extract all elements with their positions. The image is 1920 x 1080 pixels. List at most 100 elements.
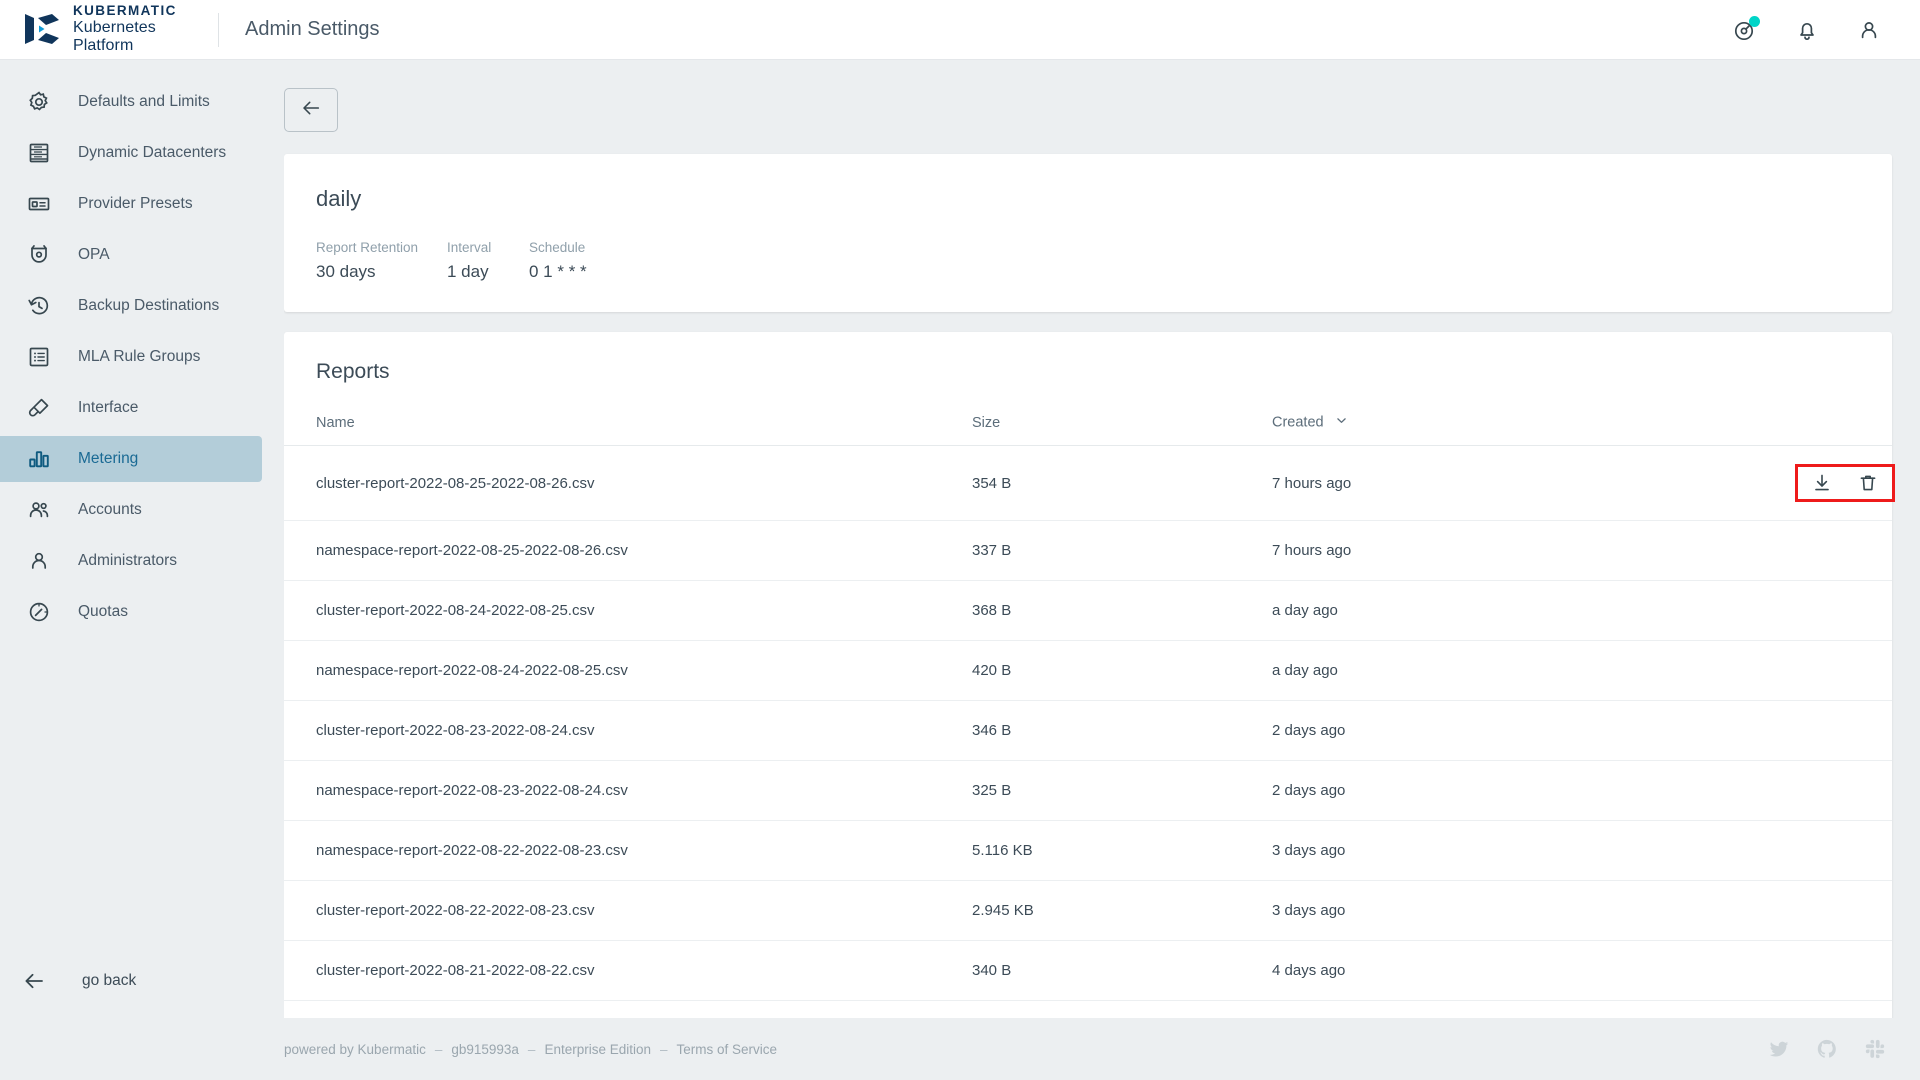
topbar-divider	[218, 12, 219, 47]
column-header-name[interactable]: Name	[284, 406, 972, 446]
sidebar-item-metering[interactable]: Metering	[0, 436, 262, 482]
footer-dash: –	[434, 1041, 443, 1057]
cell-size: 337 B	[972, 520, 1272, 581]
cell-size: 346 B	[972, 700, 1272, 761]
help-icon[interactable]	[1732, 15, 1760, 43]
cell-size: 368 B	[972, 580, 1272, 641]
column-header-created-label: Created	[1272, 414, 1324, 431]
table-row[interactable]: namespace-report-2022-08-23-2022-08-24.c…	[284, 760, 1892, 821]
sidebar-item-mla-rule-groups[interactable]: MLA Rule Groups	[0, 334, 262, 380]
column-header-size[interactable]: Size	[972, 406, 1272, 446]
sidebar-item-backup-destinations[interactable]: Backup Destinations	[0, 283, 262, 329]
sidebar-item-label: Backup Destinations	[78, 297, 220, 314]
sidebar-item-label: OPA	[78, 246, 110, 263]
table-row[interactable]: cluster-report-2022-08-25-2022-08-26.csv…	[284, 445, 1895, 521]
sidebar-nav: Defaults and Limits Dynamic Datacenters	[0, 74, 284, 944]
table-row[interactable]: cluster-report-2022-08-23-2022-08-24.csv…	[284, 700, 1892, 761]
twitter-icon[interactable]	[1768, 1038, 1790, 1060]
cell-name: cluster-report-2022-08-24-2022-08-25.csv	[284, 580, 972, 641]
sidebar-item-label: Defaults and Limits	[78, 93, 210, 110]
sidebar-go-back-button[interactable]: go back	[0, 944, 284, 1018]
row-actions-highlighted	[1795, 464, 1895, 502]
sidebar-item-label: Dynamic Datacenters	[78, 144, 227, 161]
cell-name: cluster-report-2022-08-23-2022-08-24.csv	[284, 700, 972, 761]
sidebar-item-label: MLA Rule Groups	[78, 348, 201, 365]
download-icon[interactable]	[1811, 472, 1833, 494]
sidebar-item-label: Quotas	[78, 603, 128, 620]
table-row[interactable]: cluster-report-2022-08-22-2022-08-23.csv…	[284, 880, 1892, 941]
trash-icon[interactable]	[1857, 472, 1879, 494]
sidebar-item-dynamic-datacenters[interactable]: Dynamic Datacenters	[0, 130, 262, 176]
content: daily Report Retention 30 days Interval …	[284, 60, 1920, 1018]
sidebar-item-provider-presets[interactable]: Provider Presets	[0, 181, 262, 227]
sidebar-item-opa[interactable]: OPA	[0, 232, 262, 278]
cell-size: 5.116 KB	[972, 820, 1272, 881]
slack-icon[interactable]	[1864, 1038, 1886, 1060]
footer-version[interactable]: gb915993a	[451, 1042, 519, 1057]
meta-schedule: Schedule 0 1 * * *	[529, 240, 587, 282]
gear-icon	[26, 89, 52, 115]
cell-size: 2.945 KB	[972, 880, 1272, 941]
sidebar-item-accounts[interactable]: Accounts	[0, 487, 262, 533]
page-title: Admin Settings	[245, 18, 380, 40]
user-icon[interactable]	[1856, 17, 1882, 43]
meta-report-retention: Report Retention 30 days	[316, 240, 447, 282]
footer-edition: Enterprise Edition	[544, 1041, 651, 1057]
body: Defaults and Limits Dynamic Datacenters	[0, 60, 1920, 1018]
sidebar-item-defaults-and-limits[interactable]: Defaults and Limits	[0, 79, 262, 125]
cell-actions	[1592, 520, 1892, 581]
github-icon[interactable]	[1816, 1038, 1838, 1060]
reports-title: Reports	[316, 360, 390, 383]
report-configuration-card: daily Report Retention 30 days Interval …	[284, 154, 1892, 312]
brand-name-bottom: Kubernetes Platform	[73, 18, 156, 55]
sidebar-item-quotas[interactable]: Quotas	[0, 589, 262, 635]
cell-created: a day ago	[1272, 640, 1592, 701]
column-header-created[interactable]: Created	[1272, 406, 1592, 446]
arrow-left-icon	[22, 969, 46, 993]
table-row[interactable]: cluster-report-2022-08-24-2022-08-25.csv…	[284, 580, 1892, 641]
cell-created: 3 days ago	[1272, 820, 1592, 881]
table-row[interactable]: namespace-report-2022-08-21-2022-08-22.c…	[284, 1000, 1892, 1018]
table-row[interactable]: namespace-report-2022-08-25-2022-08-26.c…	[284, 520, 1892, 581]
cell-size: 420 B	[972, 640, 1272, 701]
meta-value: 1 day	[447, 262, 489, 281]
table-row[interactable]: namespace-report-2022-08-24-2022-08-25.c…	[284, 640, 1892, 701]
bell-icon[interactable]	[1794, 17, 1820, 43]
sidebar-item-label: Interface	[78, 399, 139, 416]
cell-actions	[1592, 640, 1892, 701]
sidebar-item-label: Accounts	[78, 501, 142, 518]
cell-name: cluster-report-2022-08-22-2022-08-23.csv	[284, 880, 972, 941]
reports-table-body: cluster-report-2022-08-25-2022-08-26.csv…	[284, 445, 1895, 1018]
reports-table: Name Size Created cluster-report-2022-08…	[284, 406, 1895, 1018]
cell-name: namespace-report-2022-08-23-2022-08-24.c…	[284, 760, 972, 821]
back-button[interactable]	[284, 88, 338, 132]
brush-icon	[26, 395, 52, 421]
cell-actions	[1592, 700, 1892, 761]
sidebar-item-administrators[interactable]: Administrators	[0, 538, 262, 584]
brand-name-top: KUBERMATIC	[73, 3, 177, 19]
cell-size: 325 B	[972, 760, 1272, 821]
cell-actions	[1592, 880, 1892, 941]
reports-table-head: Name Size Created	[284, 406, 1892, 446]
column-header-actions	[1592, 406, 1892, 446]
datacenter-icon	[26, 140, 52, 166]
table-row[interactable]: namespace-report-2022-08-22-2022-08-23.c…	[284, 820, 1892, 881]
cell-actions	[1592, 820, 1892, 881]
cell-created: a day ago	[1272, 580, 1592, 641]
cell-name: namespace-report-2022-08-21-2022-08-22.c…	[284, 1000, 972, 1018]
brand[interactable]: KUBERMATIC Kubernetes Platform	[0, 3, 218, 55]
topbar-actions	[1732, 15, 1920, 43]
reports-card: Reports Name Size Created cluster-report…	[284, 332, 1895, 1018]
cell-size: 310 B	[972, 1000, 1272, 1018]
person-icon	[26, 548, 52, 574]
arrow-left-icon	[300, 97, 322, 124]
sidebar-item-interface[interactable]: Interface	[0, 385, 262, 431]
people-icon	[26, 497, 52, 523]
content-scroll: daily Report Retention 30 days Interval …	[284, 60, 1920, 1018]
meta-interval: Interval 1 day	[447, 240, 529, 282]
history-icon	[26, 293, 52, 319]
table-row[interactable]: cluster-report-2022-08-21-2022-08-22.csv…	[284, 940, 1892, 1001]
footer-terms-of-service-link[interactable]: Terms of Service	[677, 1042, 778, 1057]
cell-size: 340 B	[972, 940, 1272, 1001]
cell-actions	[1592, 760, 1892, 821]
